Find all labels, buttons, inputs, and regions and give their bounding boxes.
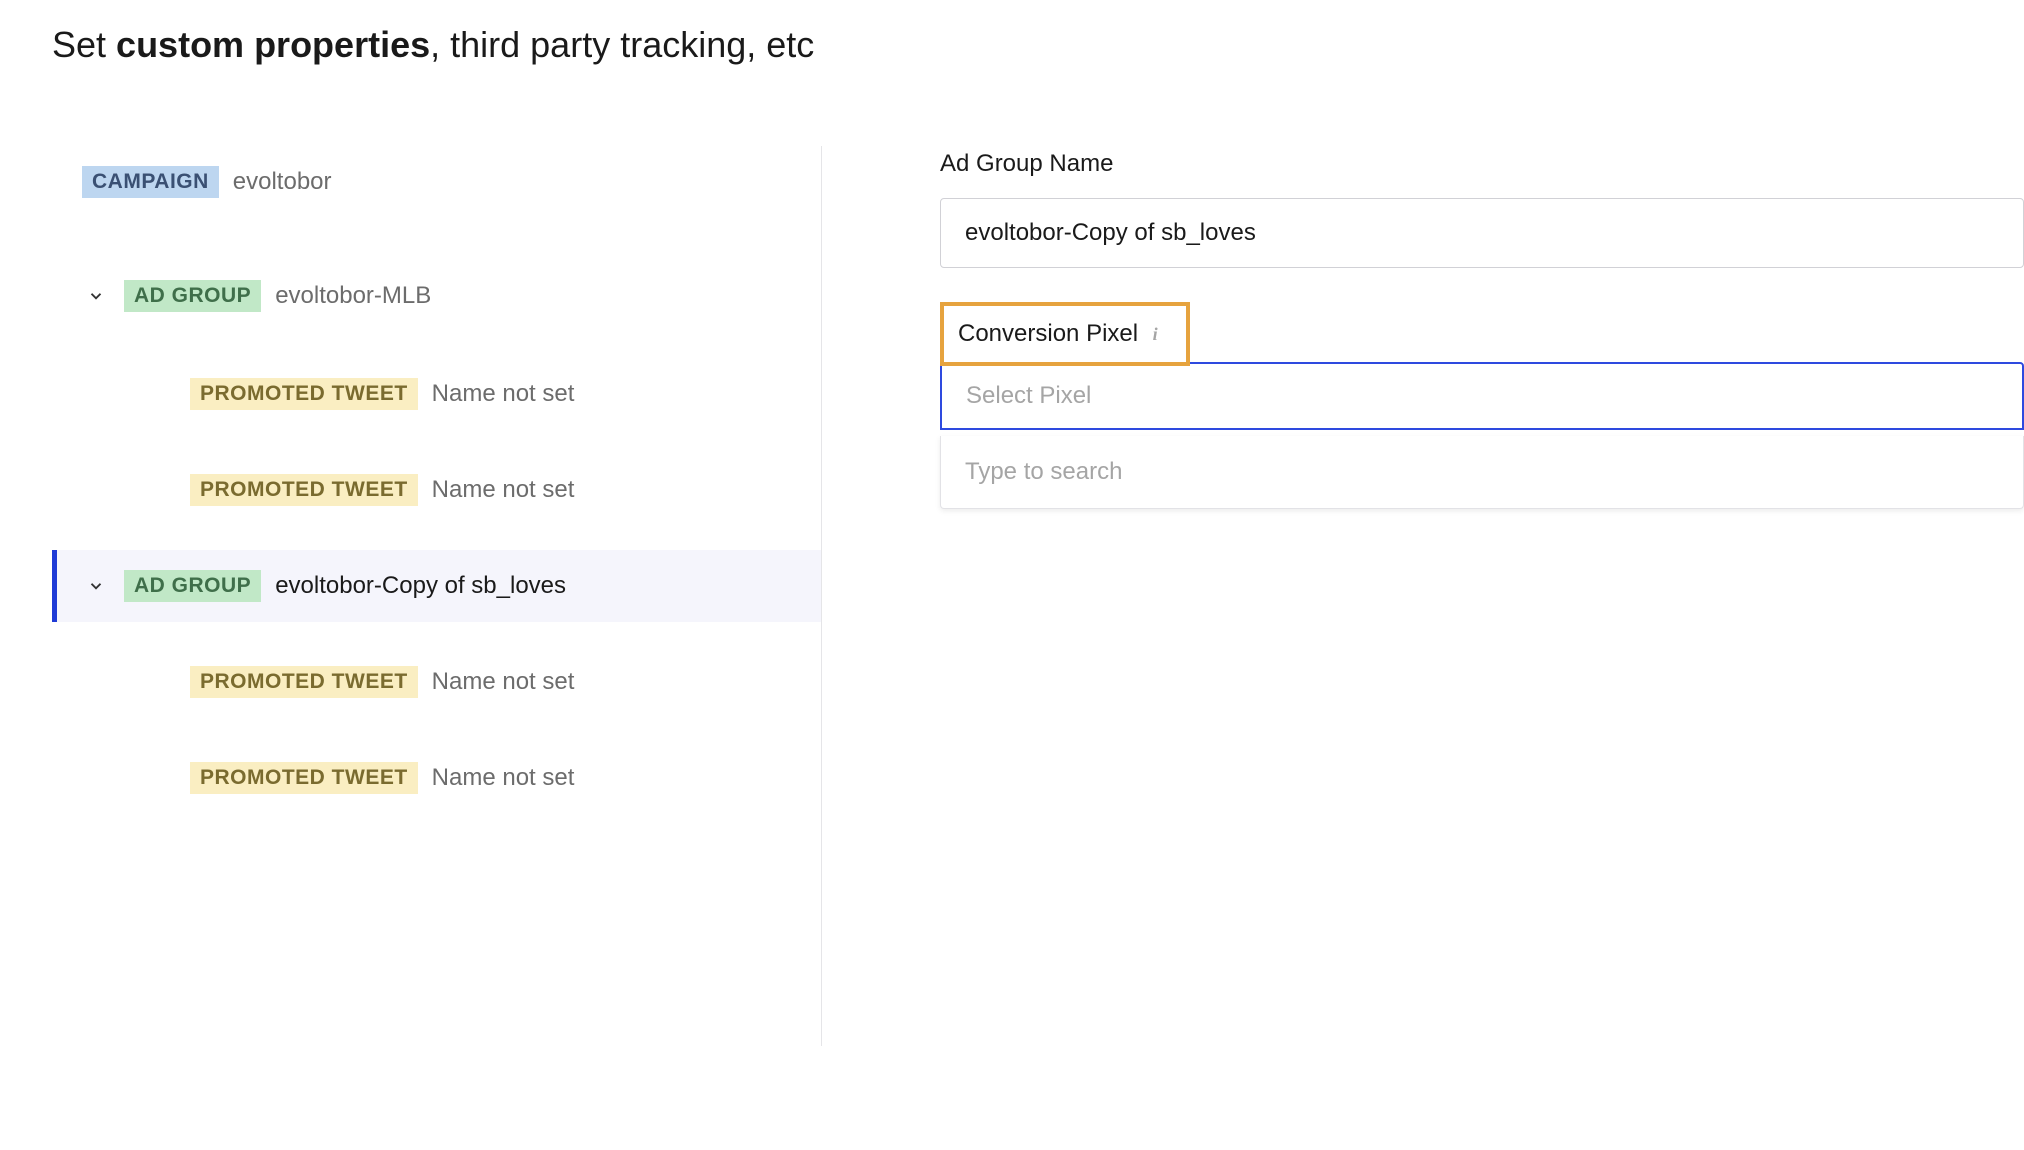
header-prefix: Set [52,24,116,65]
conversion-pixel-select[interactable]: Select Pixel [940,362,2024,430]
promoted-tweet-name: Name not set [432,476,575,504]
promoted-tweet-badge: PROMOTED TWEET [190,762,418,794]
promoted-tweet-row[interactable]: PROMOTED TWEET Name not set [52,358,821,430]
adgroup-name-input[interactable] [940,198,2024,268]
adgroup-badge: AD GROUP [124,570,261,602]
adgroup-name-label: Ad Group Name [940,150,2024,178]
adgroup-row-1-selected[interactable]: AD GROUP evoltobor-Copy of sb_loves [52,550,821,622]
adgroup-name: evoltobor-MLB [275,282,431,310]
chevron-down-icon[interactable] [82,572,110,600]
adgroup-badge: AD GROUP [124,280,261,312]
info-icon[interactable]: i [1146,325,1164,343]
adgroup-row-0[interactable]: AD GROUP evoltobor-MLB [52,260,821,332]
promoted-tweet-name: Name not set [432,668,575,696]
campaign-tree-sidebar: CAMPAIGN evoltobor AD GROUP evoltobor-ML… [52,146,822,1046]
promoted-tweet-badge: PROMOTED TWEET [190,474,418,506]
header-suffix: , third party tracking, etc [430,24,814,65]
promoted-tweet-name: Name not set [432,764,575,792]
pixel-search-input[interactable]: Type to search [940,436,2024,509]
conversion-pixel-label: Conversion Pixel [958,320,1138,348]
campaign-badge: CAMPAIGN [82,166,219,198]
page-title: Set custom properties, third party track… [0,0,2024,66]
promoted-tweet-row[interactable]: PROMOTED TWEET Name not set [52,742,821,814]
adgroup-name: evoltobor-Copy of sb_loves [275,572,566,600]
campaign-name: evoltobor [233,168,332,196]
header-bold: custom properties [116,24,430,65]
main-panel: Ad Group Name Conversion Pixel i Select … [822,146,2024,1046]
campaign-row[interactable]: CAMPAIGN evoltobor [52,146,821,218]
promoted-tweet-row[interactable]: PROMOTED TWEET Name not set [52,646,821,718]
chevron-down-icon[interactable] [82,282,110,310]
promoted-tweet-name: Name not set [432,380,575,408]
conversion-pixel-label-highlighted: Conversion Pixel i [940,302,1190,366]
promoted-tweet-badge: PROMOTED TWEET [190,378,418,410]
promoted-tweet-row[interactable]: PROMOTED TWEET Name not set [52,454,821,526]
promoted-tweet-badge: PROMOTED TWEET [190,666,418,698]
